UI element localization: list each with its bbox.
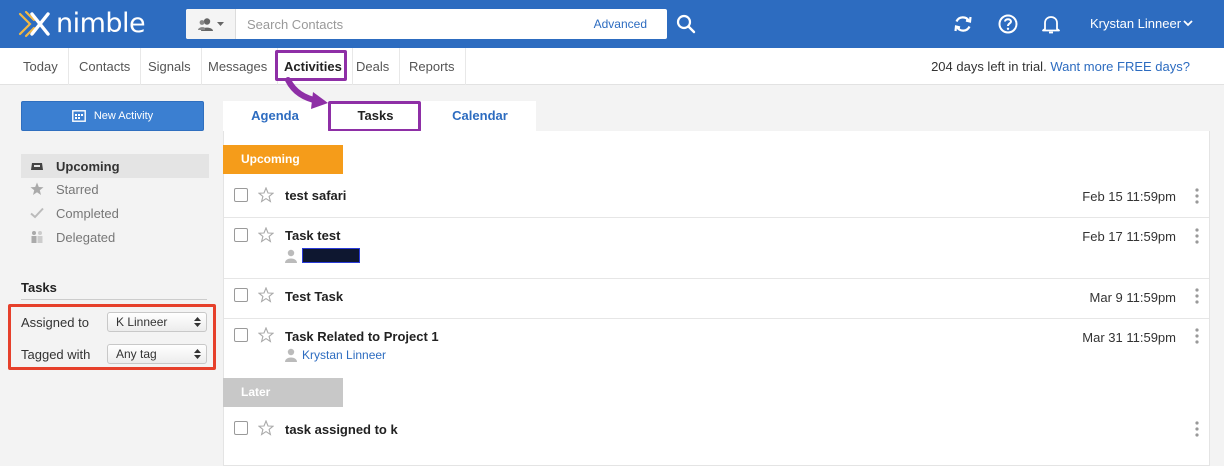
task-title[interactable]: test safari xyxy=(285,188,346,203)
redacted-assignee xyxy=(302,248,360,263)
task-row[interactable]: Task test Feb 17 11:59pm xyxy=(224,218,1209,279)
task-row[interactable]: Test Task Mar 9 11:59pm xyxy=(224,279,1209,319)
task-title[interactable]: Task Related to Project 1 xyxy=(285,329,439,344)
free-days-link[interactable]: Want more FREE days? xyxy=(1050,59,1190,74)
task-row[interactable]: test safari Feb 15 11:59pm xyxy=(224,178,1209,218)
nav-reports[interactable]: Reports xyxy=(399,48,466,85)
tasks-tab-highlight-box xyxy=(328,101,421,132)
task-date: Feb 15 11:59pm xyxy=(1082,189,1176,204)
task-checkbox[interactable] xyxy=(234,288,248,302)
contacts-icon xyxy=(197,17,213,31)
filter-delegated-label: Delegated xyxy=(56,229,116,245)
chevron-down-icon[interactable] xyxy=(1182,17,1194,29)
app-logo[interactable]: nimble xyxy=(16,7,146,40)
new-activity-label: New Activity xyxy=(93,110,154,122)
caret-down-icon xyxy=(216,21,224,26)
task-title[interactable]: Task test xyxy=(285,228,340,243)
search-bar: Advanced xyxy=(186,9,667,39)
filter-delegated[interactable]: Delegated xyxy=(21,225,209,249)
task-date: Feb 17 11:59pm xyxy=(1082,229,1176,244)
user-menu[interactable]: Krystan Linneer xyxy=(1090,16,1181,31)
nav-today[interactable]: Today xyxy=(13,48,69,85)
task-filter-highlight-box xyxy=(8,304,216,370)
more-options-icon[interactable] xyxy=(1195,188,1199,204)
task-checkbox[interactable] xyxy=(234,421,248,435)
advanced-search-link[interactable]: Advanced xyxy=(594,17,647,31)
task-row[interactable]: task assigned to k xyxy=(224,412,1209,452)
check-icon xyxy=(30,207,44,219)
assignee-name-link[interactable]: Krystan Linneer xyxy=(302,348,386,362)
filter-completed-label: Completed xyxy=(56,205,119,221)
task-checkbox[interactable] xyxy=(234,228,248,242)
star-icon xyxy=(30,182,44,195)
star-icon[interactable] xyxy=(258,327,274,343)
group-later-header: Later xyxy=(223,378,343,407)
search-type-dropdown[interactable] xyxy=(186,9,236,39)
bell-icon[interactable] xyxy=(1040,13,1062,35)
new-activity-button[interactable]: New Activity xyxy=(21,101,204,131)
more-options-icon[interactable] xyxy=(1195,228,1199,244)
logo-text: nimble xyxy=(56,7,146,39)
trial-days-text: 204 days left in trial. xyxy=(931,59,1047,74)
trial-notice: 204 days left in trial. Want more FREE d… xyxy=(931,59,1190,74)
filter-upcoming[interactable]: Upcoming xyxy=(21,154,209,178)
top-header: nimble Advanced Krystan Linneer xyxy=(0,0,1224,48)
nav-signals[interactable]: Signals xyxy=(138,48,202,85)
star-icon[interactable] xyxy=(258,287,274,303)
delegated-icon xyxy=(31,231,43,243)
star-icon[interactable] xyxy=(258,227,274,243)
refresh-icon[interactable] xyxy=(952,13,974,35)
task-checkbox[interactable] xyxy=(234,328,248,342)
nav-messages[interactable]: Messages xyxy=(198,48,279,85)
filter-upcoming-label: Upcoming xyxy=(56,158,120,174)
star-icon[interactable] xyxy=(258,187,274,203)
search-icon[interactable] xyxy=(675,13,697,35)
help-icon[interactable] xyxy=(997,13,1019,35)
tasks-heading: Tasks xyxy=(21,280,57,295)
task-assignee: Krystan Linneer xyxy=(285,348,386,362)
tab-calendar[interactable]: Calendar xyxy=(424,101,536,131)
filter-starred-label: Starred xyxy=(56,181,99,197)
star-icon[interactable] xyxy=(258,420,274,436)
task-row[interactable]: Task Related to Project 1 Mar 31 11:59pm… xyxy=(224,319,1209,371)
calendar-icon xyxy=(71,110,86,122)
search-input[interactable] xyxy=(236,10,594,38)
more-options-icon[interactable] xyxy=(1195,421,1199,437)
tasks-divider xyxy=(21,299,207,300)
nav-contacts[interactable]: Contacts xyxy=(69,48,142,85)
task-assignee xyxy=(285,248,360,263)
filter-completed[interactable]: Completed xyxy=(21,201,209,225)
person-icon xyxy=(285,348,297,362)
more-options-icon[interactable] xyxy=(1195,328,1199,344)
group-upcoming-header: Upcoming xyxy=(223,145,343,174)
task-checkbox[interactable] xyxy=(234,188,248,202)
task-date: Mar 9 11:59pm xyxy=(1089,290,1176,305)
nav-deals[interactable]: Deals xyxy=(346,48,401,85)
inbox-icon xyxy=(31,163,43,170)
task-title[interactable]: task assigned to k xyxy=(285,422,398,437)
nimble-logo-icon xyxy=(18,10,50,38)
more-options-icon[interactable] xyxy=(1195,288,1199,304)
task-title[interactable]: Test Task xyxy=(285,289,343,304)
task-date: Mar 31 11:59pm xyxy=(1082,330,1176,345)
person-icon xyxy=(285,249,297,263)
filter-starred[interactable]: Starred xyxy=(21,177,209,201)
